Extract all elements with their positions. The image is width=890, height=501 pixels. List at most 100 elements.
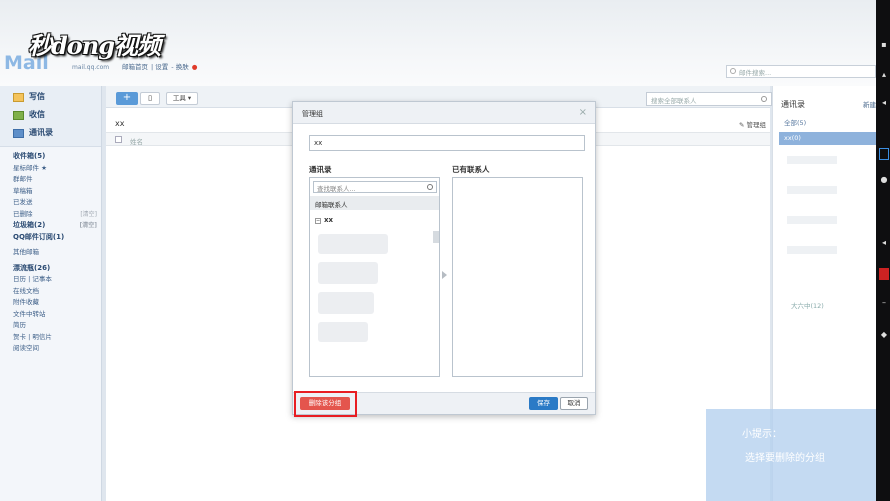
sidebar-folder-label: 贺卡 | 明信片 xyxy=(13,332,52,341)
find-contact-placeholder: 查找联系人... xyxy=(317,185,356,193)
blurred-group xyxy=(787,216,837,224)
cancel-button[interactable]: 取消 xyxy=(560,397,588,410)
save-button[interactable]: 保存 xyxy=(529,397,558,410)
tools-dropdown[interactable]: 工具 ▾ xyxy=(166,92,198,105)
folder-list: 收件箱(5) 星标邮件 ★ 群邮件草稿箱 已发送已删除 [清空] 垃圾箱(2) [清空] QQ… xyxy=(0,147,101,355)
contact-group-node[interactable]: − xx xyxy=(315,216,333,224)
blurred-contact xyxy=(318,292,374,314)
toolbar-icon[interactable]: ● xyxy=(879,175,889,187)
new-dot-icon: ● xyxy=(191,63,198,71)
sidebar-folder[interactable]: 其他邮箱 xyxy=(13,247,101,259)
sidebar-folder[interactable]: 已发送 xyxy=(13,197,101,209)
sidebar-folder[interactable]: 漂流瓶(26) xyxy=(13,263,101,275)
sidebar-folder[interactable]: 群邮件 xyxy=(13,174,101,186)
sidebar-folder-label: 垃圾箱(2) xyxy=(13,221,46,229)
sidebar-actions: 写信 收信 通讯录 xyxy=(0,86,101,147)
sidebar-folder[interactable]: 星标邮件 ★ xyxy=(13,163,101,175)
find-contact-input[interactable]: 查找联系人... xyxy=(313,181,437,193)
left-sidebar: 写信 收信 通讯录 收件箱(5) 星标邮件 ★ 群邮件 草稿箱 已发送 已删除 [清空] 垃圾… xyxy=(0,86,102,501)
link-home[interactable]: 邮箱首页 xyxy=(122,63,148,71)
sidebar-folder-label: 漂流瓶(26) xyxy=(13,263,51,272)
existing-contacts-box xyxy=(452,177,583,377)
sidebar-folder[interactable]: 阅读空间 xyxy=(13,343,101,355)
link-skin[interactable]: 换肤 xyxy=(176,63,189,71)
toolbar-icon[interactable]: ◂ xyxy=(879,98,889,110)
contacts-button[interactable]: 通讯录 xyxy=(0,124,101,142)
sidebar-folder-label: 其他邮箱 xyxy=(13,248,39,256)
manage-group-label: 管理组 xyxy=(746,121,767,129)
sidebar-folder[interactable]: 在线文档 xyxy=(13,286,101,298)
contact-search-placeholder: 搜索全部联系人 xyxy=(651,97,697,105)
clear-folder-link[interactable]: [清空] xyxy=(80,209,97,221)
mail-contacts-subheader: 邮箱联系人 xyxy=(310,196,439,210)
toolbar-icon[interactable] xyxy=(879,148,889,160)
inbox-button[interactable]: 收信 xyxy=(0,106,101,124)
top-links: 邮箱首页 | 设置 - 换肤 ● xyxy=(122,63,198,71)
toolbar-icon[interactable]: ▴ xyxy=(879,70,889,82)
contacts-icon xyxy=(13,128,24,138)
collapse-icon[interactable]: − xyxy=(315,218,321,224)
manage-group-link[interactable]: ✎ 管理组 xyxy=(739,119,766,129)
move-right-icon[interactable] xyxy=(442,271,447,279)
sidebar-folder[interactable]: 简历 xyxy=(13,320,101,332)
inbox-icon xyxy=(13,110,24,120)
sidebar-folder[interactable]: 贺卡 | 明信片 xyxy=(13,332,101,344)
blurred-group xyxy=(787,186,837,194)
highlight-frame xyxy=(294,391,357,417)
contacts-list-box: 查找联系人... 邮箱联系人 − xx xyxy=(309,177,440,377)
search-icon[interactable] xyxy=(761,96,767,102)
sidebar-folder-label: 已删除 xyxy=(13,209,33,218)
logo-domain: mail.qq.com xyxy=(72,64,110,71)
write-label: 写信 xyxy=(29,92,45,101)
blurred-contact xyxy=(318,322,368,342)
tip-box: 小提示： 选择要删除的分组 xyxy=(706,409,876,501)
sidebar-folder[interactable]: 附件收藏 xyxy=(13,297,101,309)
toolbar-icon[interactable]: – xyxy=(879,298,889,310)
select-all-checkbox[interactable] xyxy=(115,136,122,143)
dialog-title: 管理组 xyxy=(302,110,323,118)
toolbar-icon[interactable]: ◂ xyxy=(879,238,889,250)
scrollbar[interactable] xyxy=(433,231,439,243)
existing-contacts-label: 已有联系人 xyxy=(452,165,490,174)
link-settings[interactable]: 设置 xyxy=(155,63,168,71)
new-group-link[interactable]: 新建 xyxy=(863,99,876,109)
sidebar-folder[interactable]: 已删除 [清空] xyxy=(13,209,101,221)
inbox-label: 收信 xyxy=(29,110,45,119)
sidebar-folder[interactable]: 日历 | 记事本 xyxy=(13,274,101,286)
sidebar-folder-label: 日历 | 记事本 xyxy=(13,275,52,283)
group-item-bottom[interactable]: 大六中(12) xyxy=(791,300,824,310)
sidebar-folder[interactable]: 文件中转站 xyxy=(13,309,101,321)
watermark-logo: 秒dong视频 xyxy=(28,31,161,60)
sidebar-folder-label: QQ邮件订阅(1) xyxy=(13,232,65,241)
tip-title: 小提示： xyxy=(742,429,782,440)
mail-search-input[interactable]: 邮件搜索... xyxy=(726,65,876,78)
group-name-input[interactable]: xx xyxy=(309,135,585,151)
sidebar-folder-label: 收件箱(5) xyxy=(13,152,46,160)
phone-icon[interactable]: ▯ xyxy=(140,92,160,105)
manage-group-dialog: 管理组 × xx 通讯录 已有联系人 查找联系人... 邮箱联系人 − xx 删除… xyxy=(292,101,596,415)
group-title: xx xyxy=(115,119,125,128)
contact-search-input[interactable]: 搜索全部联系人 xyxy=(646,92,772,106)
sidebar-folder-label: 已发送 xyxy=(13,198,33,206)
add-contact-button[interactable]: + xyxy=(116,92,138,105)
close-icon[interactable]: × xyxy=(579,107,587,118)
dialog-header: 管理组 × xyxy=(293,102,595,124)
toolbar-icon[interactable]: ▪ xyxy=(879,40,889,52)
blurred-contact xyxy=(318,234,388,254)
sidebar-folder[interactable]: 草稿箱 xyxy=(13,186,101,198)
group-item-xx[interactable]: xx(0) xyxy=(779,132,877,145)
sidebar-folder-label: 群邮件 xyxy=(13,175,33,183)
clear-folder-link[interactable]: [清空] xyxy=(80,220,98,232)
sidebar-folder[interactable]: 收件箱(5) xyxy=(13,151,101,163)
group-item-all[interactable]: 全部(5) xyxy=(779,117,877,130)
write-button[interactable]: 写信 xyxy=(0,88,101,106)
name-column-header: 姓名 xyxy=(130,138,143,146)
toolbar-icon[interactable] xyxy=(879,268,889,280)
mail-search-placeholder: 邮件搜索... xyxy=(739,69,772,77)
blurred-contact xyxy=(318,262,378,284)
toolbar-icon[interactable]: ◆ xyxy=(879,330,889,342)
sidebar-folder[interactable]: QQ邮件订阅(1) xyxy=(13,232,101,244)
blurred-group xyxy=(787,246,837,254)
blurred-group xyxy=(787,156,837,164)
sidebar-folder[interactable]: 垃圾箱(2) [清空] xyxy=(13,220,101,232)
